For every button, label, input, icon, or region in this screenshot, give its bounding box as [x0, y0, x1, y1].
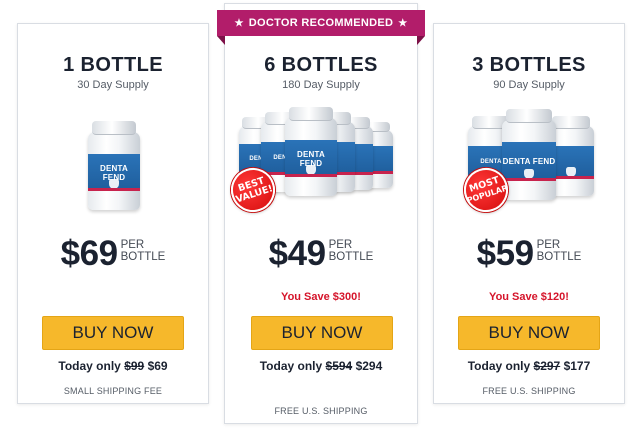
doctor-recommended-badge: ★ DOCTOR RECOMMENDED ★ [217, 10, 425, 36]
shipping-note: FREE U.S. SHIPPING [482, 386, 576, 396]
bottle-image: DENTA FEND [285, 107, 337, 196]
package-title: 3 BOTTLES [472, 54, 586, 76]
savings-text: You Save $300! [281, 291, 361, 303]
per-bottle-label: PER BOTTLE [329, 239, 374, 263]
package-card-1-bottle: 1 BOTTLE 30 Day Supply DENTA FEND $69 PE… [17, 23, 209, 404]
buy-now-button[interactable]: BUY NOW [458, 316, 600, 350]
today-only-price: Today only $297 $177 [434, 359, 624, 373]
package-supply: 30 Day Supply [77, 79, 149, 91]
shipping-note: SMALL SHIPPING FEE [63, 386, 163, 396]
badge-fold-right [417, 36, 425, 45]
today-only-price: Today only $594 $294 [225, 359, 417, 373]
bottle-label-text: DENTA FEND [502, 157, 556, 167]
product-image-1-bottle: DENTA FEND [78, 121, 150, 214]
package-title: 1 BOTTLE [63, 54, 163, 76]
buy-now-button[interactable]: BUY NOW [251, 316, 393, 350]
package-card-3-bottles: 3 BOTTLES 90 Day Supply DENTA DENTA FEND… [433, 23, 625, 404]
per-text: PER [536, 239, 561, 251]
badge-fold-left [217, 36, 225, 45]
bottle-image: DENTA FEND [88, 121, 140, 210]
per-text: PER [120, 239, 145, 251]
package-supply: 90 Day Supply [493, 79, 565, 91]
price-block: $59 PER BOTTLE [434, 236, 624, 272]
original-price: $594 [325, 359, 353, 373]
savings-text: You Save $120! [489, 291, 569, 303]
package-supply: 180 Day Supply [282, 79, 360, 91]
bottle-text: BOTTLE [536, 251, 582, 263]
buy-now-button[interactable]: BUY NOW [42, 316, 184, 350]
sale-price: $177 [563, 359, 591, 373]
price-block: $49 PER BOTTLE [225, 236, 417, 272]
sale-price: $69 [147, 359, 168, 373]
package-title: 6 BOTTLES [264, 54, 378, 76]
price-value: $59 [476, 234, 534, 273]
price-value: $49 [268, 234, 326, 273]
star-icon: ★ [234, 17, 244, 29]
today-only-label: Today only [58, 359, 121, 373]
bottle-image: DENTA FEND [502, 108, 556, 200]
original-price: $297 [533, 359, 561, 373]
price-value: $69 [60, 234, 118, 273]
shipping-note: FREE U.S. SHIPPING [274, 406, 368, 416]
bottle-text: BOTTLE [120, 251, 166, 263]
today-only-price: Today only $99 $69 [18, 359, 208, 373]
per-bottle-label: PER BOTTLE [121, 239, 166, 263]
today-only-label: Today only [259, 359, 323, 373]
sale-price: $294 [355, 359, 383, 373]
price-block: $69 PER BOTTLE [18, 236, 208, 272]
bottle-text: BOTTLE [328, 251, 374, 263]
today-only-label: Today only [467, 359, 531, 373]
package-card-6-bottles: 6 BOTTLES 180 Day Supply DENTA DENTA DEN… [224, 3, 418, 424]
per-bottle-label: PER BOTTLE [537, 239, 582, 263]
per-text: PER [328, 239, 353, 251]
original-price: $99 [124, 359, 145, 373]
badge-label: DOCTOR RECOMMENDED [248, 17, 394, 29]
star-icon: ★ [398, 17, 408, 29]
